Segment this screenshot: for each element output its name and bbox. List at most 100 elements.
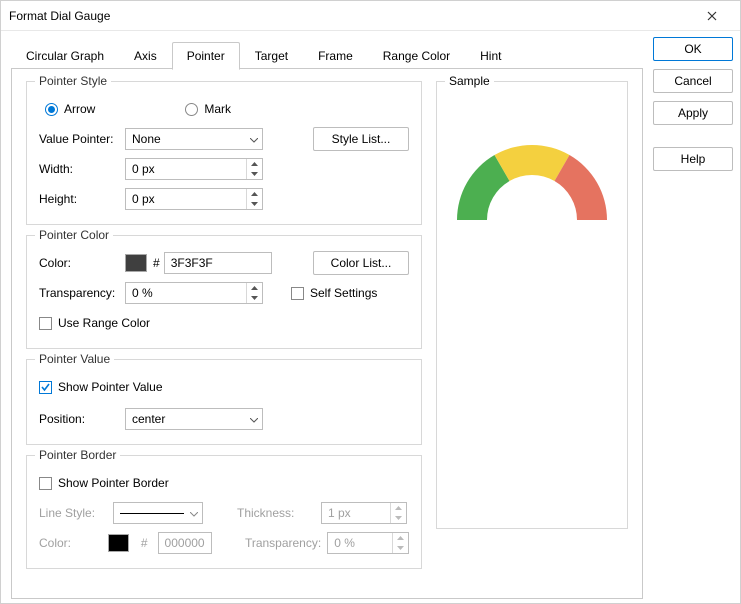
select-position[interactable]: center xyxy=(125,408,263,430)
check-show-pointer-value[interactable]: Show Pointer Value xyxy=(39,380,163,394)
close-icon xyxy=(707,11,717,21)
check-self-settings-label: Self Settings xyxy=(310,286,377,300)
forms-column: Pointer Style Arrow Mark xyxy=(26,81,422,586)
spin-up-icon[interactable] xyxy=(247,283,262,293)
help-button[interactable]: Help xyxy=(653,147,733,171)
tab-axis[interactable]: Axis xyxy=(119,42,172,70)
spinner-buttons[interactable] xyxy=(392,533,408,553)
spinner-buttons[interactable] xyxy=(246,189,262,209)
radio-icon xyxy=(45,103,58,116)
spinner-height[interactable]: 0 px xyxy=(125,188,263,210)
color-swatch[interactable] xyxy=(125,254,147,272)
radio-icon xyxy=(185,103,198,116)
tab-panel: Pointer Style Arrow Mark xyxy=(11,69,643,599)
tab-range-color[interactable]: Range Color xyxy=(368,42,465,70)
apply-button[interactable]: Apply xyxy=(653,101,733,125)
legend-pointer-border: Pointer Border xyxy=(35,448,120,462)
tab-target[interactable]: Target xyxy=(240,42,303,70)
spinner-buttons[interactable] xyxy=(246,283,262,303)
spinner-height-value: 0 px xyxy=(132,192,155,206)
spin-down-icon[interactable] xyxy=(247,199,262,209)
spinner-buttons[interactable] xyxy=(246,159,262,179)
label-line-style: Line Style: xyxy=(39,506,107,520)
style-list-button[interactable]: Style List... xyxy=(313,127,409,151)
label-height: Height: xyxy=(39,192,125,206)
group-pointer-value: Pointer Value Show Pointer Value Positio… xyxy=(26,359,422,445)
spin-up-icon[interactable] xyxy=(247,159,262,169)
hash-label: # xyxy=(153,256,160,270)
checkbox-icon xyxy=(39,381,52,394)
spin-up-icon[interactable] xyxy=(247,189,262,199)
tab-hint[interactable]: Hint xyxy=(465,42,516,70)
chevron-down-icon xyxy=(250,132,258,146)
tab-pointer[interactable]: Pointer xyxy=(172,42,240,70)
tabstrip: Circular Graph Axis Pointer Target Frame… xyxy=(11,41,643,69)
check-show-pointer-border-label: Show Pointer Border xyxy=(58,476,169,490)
gauge-svg xyxy=(447,132,617,232)
spin-up-icon[interactable] xyxy=(393,533,408,543)
legend-pointer-style: Pointer Style xyxy=(35,74,111,88)
checkbox-icon xyxy=(291,287,304,300)
spinner-thickness-value: 1 px xyxy=(328,506,351,520)
spinner-width[interactable]: 0 px xyxy=(125,158,263,180)
label-thickness: Thickness: xyxy=(237,506,315,520)
label-border-transparency: Transparency: xyxy=(245,536,321,550)
spinner-buttons[interactable] xyxy=(390,503,406,523)
check-self-settings[interactable]: Self Settings xyxy=(291,286,377,300)
dialog-window: Format Dial Gauge Circular Graph Axis Po… xyxy=(0,0,741,604)
spinner-transparency[interactable]: 0 % xyxy=(125,282,263,304)
spin-down-icon[interactable] xyxy=(247,169,262,179)
group-sample: Sample xyxy=(436,81,628,529)
select-value-pointer-value: None xyxy=(132,132,161,146)
titlebar: Format Dial Gauge xyxy=(1,1,740,31)
select-value-pointer[interactable]: None xyxy=(125,128,263,150)
group-pointer-color: Pointer Color Color: # 3F3F3F Color List… xyxy=(26,235,422,349)
legend-sample: Sample xyxy=(445,74,494,88)
spin-down-icon[interactable] xyxy=(393,543,408,553)
label-color: Color: xyxy=(39,256,125,270)
border-color-hex-input[interactable]: 000000 xyxy=(158,532,213,554)
cancel-button[interactable]: Cancel xyxy=(653,69,733,93)
dialog-buttons: OK Cancel Apply Help xyxy=(653,37,733,593)
chevron-down-icon xyxy=(250,412,258,426)
window-title: Format Dial Gauge xyxy=(9,9,692,23)
ok-button[interactable]: OK xyxy=(653,37,733,61)
label-transparency: Transparency: xyxy=(39,286,125,300)
left-area: Circular Graph Axis Pointer Target Frame… xyxy=(11,37,643,593)
color-list-button[interactable]: Color List... xyxy=(313,251,409,275)
label-value-pointer: Value Pointer: xyxy=(39,132,125,146)
spinner-transparency-value: 0 % xyxy=(132,286,153,300)
spinner-width-value: 0 px xyxy=(132,162,155,176)
group-pointer-border: Pointer Border Show Pointer Border Line … xyxy=(26,455,422,569)
label-border-color: Color: xyxy=(39,536,102,550)
checkbox-icon xyxy=(39,477,52,490)
check-show-pointer-value-label: Show Pointer Value xyxy=(58,380,163,394)
legend-pointer-value: Pointer Value xyxy=(35,352,114,366)
checkbox-icon xyxy=(39,317,52,330)
border-color-swatch[interactable] xyxy=(108,534,129,552)
label-width: Width: xyxy=(39,162,125,176)
select-line-style[interactable] xyxy=(113,502,203,524)
select-position-value: center xyxy=(132,412,165,426)
radio-mark-label: Mark xyxy=(204,102,231,116)
check-use-range-color[interactable]: Use Range Color xyxy=(39,316,150,330)
spinner-border-transparency[interactable]: 0 % xyxy=(327,532,409,554)
hash-label: # xyxy=(141,536,148,550)
check-use-range-color-label: Use Range Color xyxy=(58,316,150,330)
tab-frame[interactable]: Frame xyxy=(303,42,368,70)
radio-arrow[interactable]: Arrow xyxy=(45,102,95,116)
check-show-pointer-border[interactable]: Show Pointer Border xyxy=(39,476,169,490)
tab-circular-graph[interactable]: Circular Graph xyxy=(11,42,119,70)
spin-down-icon[interactable] xyxy=(247,293,262,303)
spinner-thickness[interactable]: 1 px xyxy=(321,502,407,524)
label-position: Position: xyxy=(39,412,125,426)
radio-arrow-label: Arrow xyxy=(64,102,95,116)
line-preview xyxy=(120,513,184,514)
close-button[interactable] xyxy=(692,2,732,30)
spin-up-icon[interactable] xyxy=(391,503,406,513)
radio-mark[interactable]: Mark xyxy=(185,102,231,116)
spin-down-icon[interactable] xyxy=(391,513,406,523)
group-pointer-style: Pointer Style Arrow Mark xyxy=(26,81,422,225)
chevron-down-icon xyxy=(190,506,198,520)
color-hex-input[interactable]: 3F3F3F xyxy=(164,252,272,274)
